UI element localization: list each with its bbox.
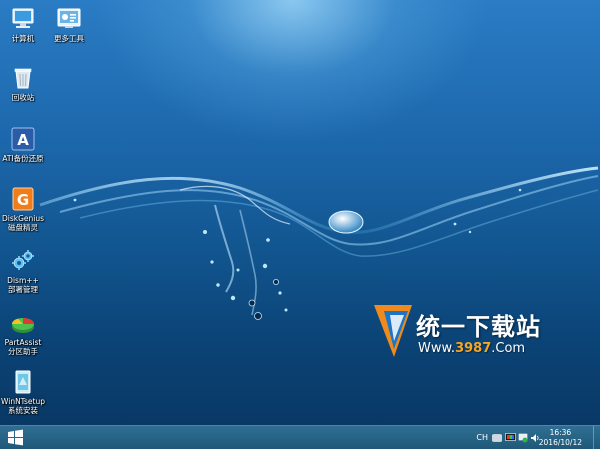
computer-icon	[12, 8, 34, 28]
watermark-url-number: 3987	[455, 341, 492, 356]
desktop-icon-label-line1: DiskGenius	[1, 214, 45, 223]
ati-backup-icon: A	[11, 127, 35, 151]
desktop-icon-label-line2: 分区助手	[8, 347, 38, 356]
desktop-icon-label-line2: 系统安装	[8, 406, 38, 415]
watermark-url-prefix: Www.	[418, 341, 456, 356]
dism-gear-icon	[12, 250, 34, 270]
desktop-icon-label-line1: Dism++	[7, 276, 39, 285]
recycle-bin-icon	[14, 68, 32, 89]
watermark-url-suffix: .Com	[491, 341, 526, 356]
desktop: 计算机 更多工具 回收站 A ATI备份还原 G DiskGenius 磁盘精灵…	[0, 0, 600, 449]
desktop-icon-label: ATI备份还原	[2, 154, 44, 163]
desktop-icon-recycle-bin[interactable]: 回收站	[0, 65, 52, 102]
show-desktop-button[interactable]	[593, 426, 600, 449]
clock-date: 2016/10/12	[538, 438, 582, 447]
windows-logo-icon	[8, 429, 23, 446]
site-watermark: 统一下载站 Www.3987.Com	[372, 301, 562, 363]
desktop-icon-more-tools[interactable]: 更多工具	[40, 6, 98, 43]
system-clock[interactable]: 16:36 2016/10/12	[539, 428, 582, 448]
desktop-icon-label-line2: 磁盘精灵	[8, 223, 38, 232]
input-language-indicator[interactable]: CH	[476, 433, 488, 442]
desktop-icon-label-line1: PartAssist	[4, 338, 42, 347]
start-button[interactable]	[2, 428, 28, 448]
desktop-icon-label: 更多工具	[54, 34, 84, 43]
desktop-icon-partassist[interactable]: PartAssist 分区助手	[0, 310, 52, 356]
network-icon[interactable]	[518, 433, 528, 443]
keyboard-icon[interactable]	[492, 434, 502, 442]
desktop-icon-label: 回收站	[11, 93, 35, 102]
watermark-title: 统一下载站	[416, 313, 541, 341]
desktop-icon-winntsetup[interactable]: WinNTsetup 系统安装	[0, 369, 52, 415]
desktop-icon-label-line2: 部署管理	[8, 285, 38, 294]
desktop-icon-dism[interactable]: Dism++ 部署管理	[0, 248, 52, 294]
diskgenius-icon: G	[12, 187, 34, 211]
svg-text:A: A	[17, 131, 29, 149]
watermark-logo-icon	[374, 305, 412, 357]
wallpaper-water-wave	[39, 166, 599, 320]
clock-time: 16:36	[549, 428, 572, 437]
display-icon[interactable]	[505, 433, 516, 443]
tools-icon	[57, 8, 81, 28]
desktop-icon-ati-backup[interactable]: A ATI备份还原	[0, 126, 52, 163]
desktop-icon-diskgenius[interactable]: G DiskGenius 磁盘精灵	[0, 186, 52, 232]
taskbar: CH 16:36 2016/10/12	[0, 425, 600, 449]
partassist-icon	[11, 318, 34, 333]
winntsetup-icon	[15, 370, 31, 394]
desktop-icon-label-line1: WinNTsetup	[0, 397, 45, 406]
watermark-url: Www.3987.Com	[418, 341, 525, 356]
svg-text:G: G	[17, 191, 29, 209]
